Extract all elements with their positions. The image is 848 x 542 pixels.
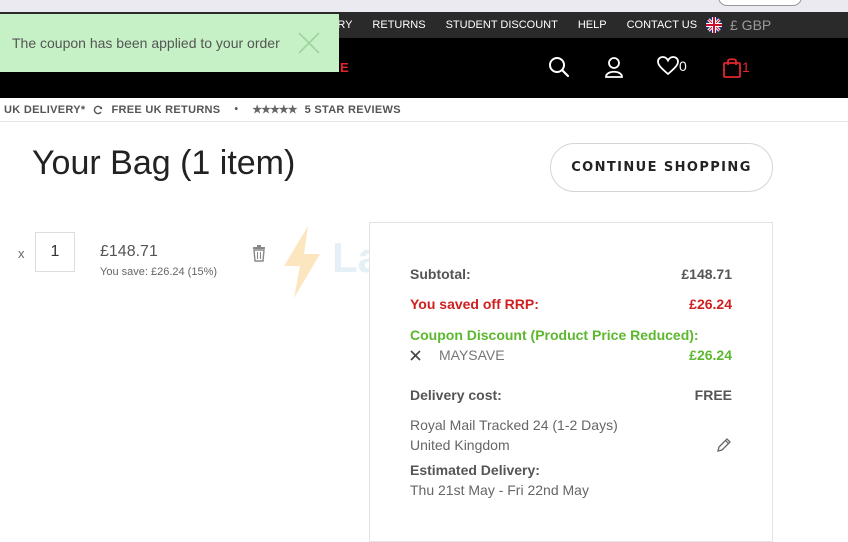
estimated-label: Estimated Delivery:	[410, 462, 540, 478]
lightning-bolt-icon	[284, 226, 320, 298]
usp-separator: •	[234, 104, 239, 115]
browser-control[interactable]	[718, 0, 802, 6]
delivery-label: Delivery cost:	[410, 387, 502, 403]
top-link-contact[interactable]: CONTACT US	[627, 19, 698, 31]
close-icon[interactable]	[297, 31, 321, 55]
saved-value: £26.24	[689, 296, 732, 312]
edit-pencil-icon[interactable]	[716, 437, 732, 453]
usp-reviews[interactable]: 5 STAR REVIEWS	[305, 104, 401, 116]
delivery-row: Delivery cost: FREE	[410, 387, 732, 403]
uk-flag-icon	[706, 17, 722, 33]
trash-icon[interactable]	[252, 245, 266, 262]
search-button[interactable]	[548, 56, 570, 78]
coupon-heading-row: Coupon Discount (Product Price Reduced):	[410, 327, 732, 343]
currency-label: £ GBP	[730, 17, 772, 33]
star-rating-icon: ★★★★★	[252, 104, 297, 116]
refresh-icon	[94, 105, 103, 114]
saved-row: You saved off RRP: £26.24	[410, 296, 732, 312]
item-price: £148.71	[100, 243, 158, 260]
top-link-returns[interactable]: RETURNS	[372, 19, 425, 31]
bag-count: 1	[742, 59, 750, 75]
delivery-country: United Kingdom	[410, 437, 510, 453]
coupon-toast: The coupon has been applied to your orde…	[0, 14, 339, 72]
quantity-input[interactable]: 1	[35, 232, 75, 272]
usp-delivery: UK DELIVERY*	[4, 103, 86, 116]
wishlist-button[interactable]: 0	[657, 56, 687, 76]
search-icon	[549, 57, 570, 78]
subtotal-row: Subtotal: £148.71	[410, 266, 732, 282]
remove-coupon-icon[interactable]	[410, 349, 421, 361]
delivery-value: FREE	[694, 387, 732, 403]
shopping-bag-icon	[723, 58, 741, 78]
top-link-student-discount[interactable]: STUDENT DISCOUNT	[446, 19, 558, 31]
estimated-value-row: Thu 21st May - Fri 22nd May	[410, 482, 732, 498]
bag-button[interactable]: 1	[722, 56, 750, 78]
coupon-code: MAYSAVE	[439, 347, 505, 363]
toast-message: The coupon has been applied to your orde…	[12, 35, 280, 51]
heart-icon	[657, 56, 679, 76]
wishlist-count: 0	[679, 58, 687, 74]
delivery-country-row: United Kingdom	[410, 437, 732, 453]
usp-bar: UK DELIVERY* FREE UK RETURNS • ★★★★★ 5 S…	[0, 98, 848, 122]
currency-selector[interactable]: £ GBP	[706, 12, 771, 38]
coupon-row: MAYSAVE £26.24	[410, 347, 732, 363]
user-icon	[605, 57, 623, 78]
delivery-method-row: Royal Mail Tracked 24 (1-2 Days)	[410, 417, 732, 433]
quantity-prefix: x	[18, 246, 25, 261]
top-links: ERY RETURNS STUDENT DISCOUNT HELP CONTAC…	[330, 12, 697, 38]
page-title: Your Bag (1 item)	[32, 144, 296, 182]
order-summary: Subtotal: £148.71 You saved off RRP: £26…	[369, 222, 773, 542]
account-button[interactable]	[604, 56, 624, 78]
coupon-label: Coupon Discount (Product Price Reduced):	[410, 327, 699, 343]
coupon-code-group: MAYSAVE	[410, 347, 505, 363]
usp-returns: FREE UK RETURNS	[111, 103, 221, 116]
subtotal-label: Subtotal:	[410, 266, 471, 282]
estimated-value: Thu 21st May - Fri 22nd May	[410, 482, 589, 498]
coupon-value: £26.24	[689, 347, 732, 363]
saved-label: You saved off RRP:	[410, 296, 539, 312]
estimated-label-row: Estimated Delivery:	[410, 462, 732, 478]
logo-fragment[interactable]: E	[340, 60, 349, 75]
top-link-help[interactable]: HELP	[578, 19, 607, 31]
item-saving: You save: £26.24 (15%)	[100, 266, 218, 278]
subtotal-value: £148.71	[681, 266, 732, 282]
continue-shopping-button[interactable]: CONTINUE SHOPPING	[550, 143, 773, 192]
browser-chrome-strip	[0, 0, 848, 12]
delivery-method: Royal Mail Tracked 24 (1-2 Days)	[410, 417, 618, 433]
